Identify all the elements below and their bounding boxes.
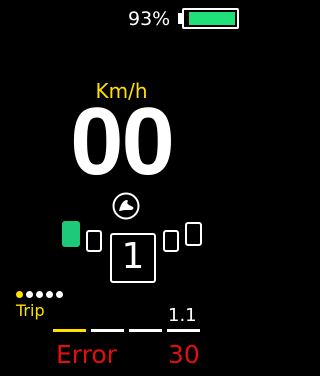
error-label: Error [56,340,117,369]
speed-value: 00 [70,88,175,195]
battery-icon [182,8,239,29]
assist-level-number: 1 [121,236,145,277]
battery-fill [189,12,235,25]
trip-segment [129,329,162,332]
page-dot [26,291,33,298]
battery-percent: 93% [128,8,171,30]
trip-segment [91,329,124,332]
assist-level-indicator [185,222,202,246]
page-dot [36,291,43,298]
assist-level-indicator-active [62,221,80,247]
trip-segment-active [53,329,86,332]
assist-level-indicator [86,230,102,252]
trip-label: Trip [16,301,45,320]
page-dot [56,291,63,298]
page-dot [46,291,53,298]
page-dots [16,291,63,298]
assist-level-indicator [163,230,179,252]
page-dot [16,291,23,298]
walk-assist-icon[interactable] [112,192,140,220]
error-code: 30 [168,340,200,369]
trip-value: 1.1 [168,305,197,326]
trip-segment [167,329,200,332]
